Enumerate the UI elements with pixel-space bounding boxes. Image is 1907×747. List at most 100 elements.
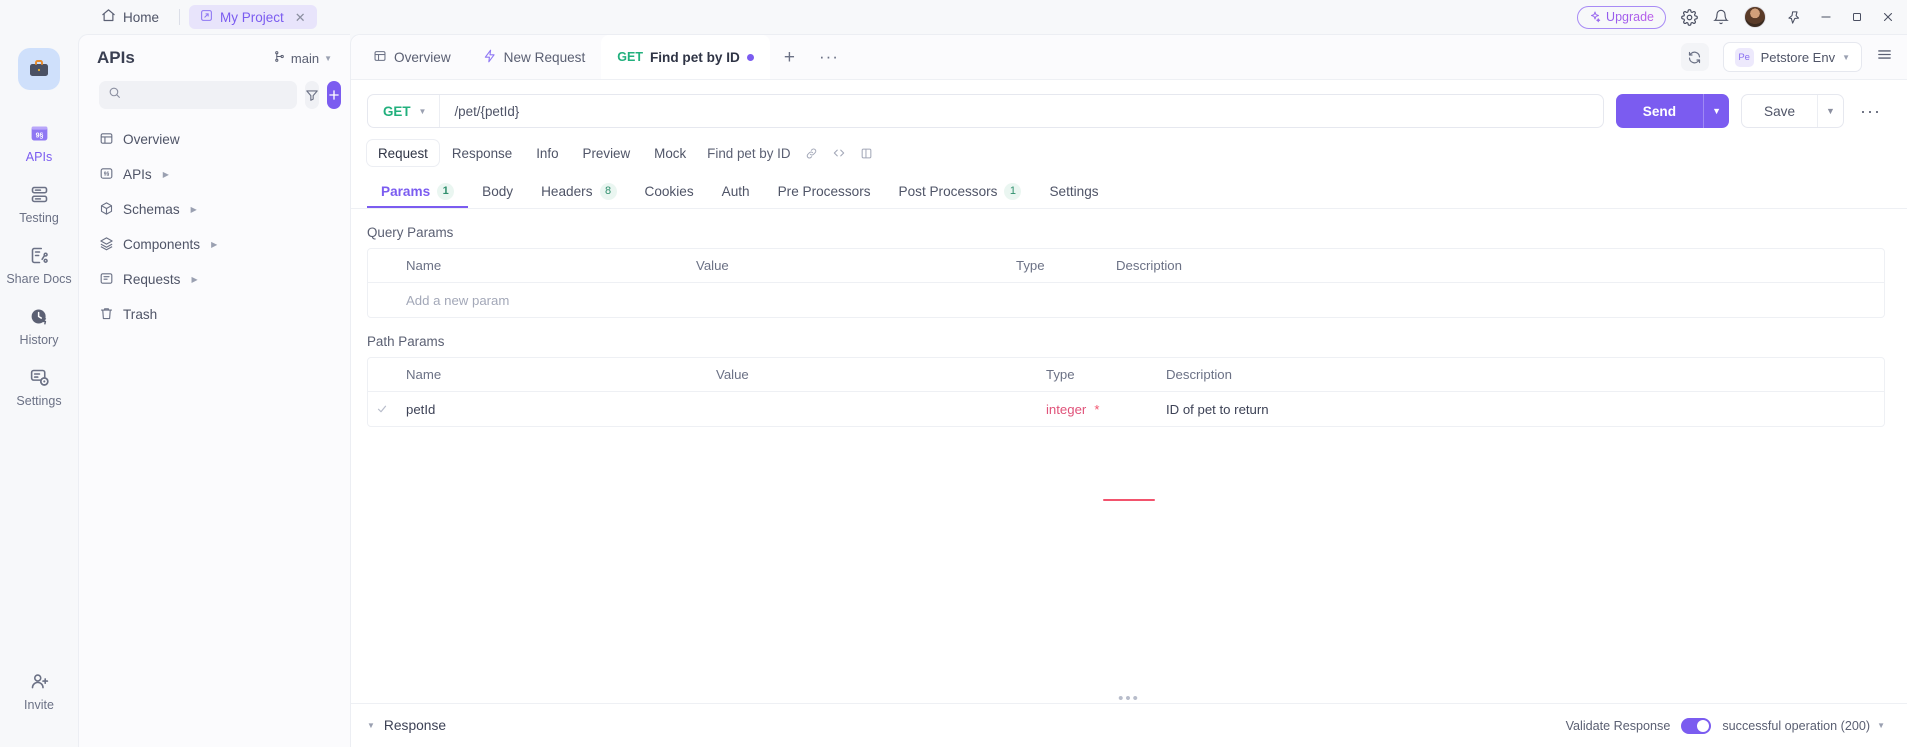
request-tabbar: Overview New Request GET Find pet by ID … [351,34,1907,80]
url-bar[interactable]: GET ▼ /pet/{petId} [367,94,1604,128]
overview-icon [373,49,387,66]
response-actions: Validate Response successful operation (… [1566,717,1885,734]
request-tab-label: New Request [503,49,586,65]
row-checkbox[interactable] [368,403,396,415]
refresh-button[interactable] [1680,43,1709,71]
param-tab-params[interactable]: Params 1 [367,176,469,208]
table-header-row: Name Value Type Description [368,249,1884,283]
url-input[interactable]: /pet/{petId} [440,104,519,119]
rail-item-share-docs[interactable]: Share Docs [0,234,78,295]
response-status-selector[interactable]: successful operation (200) ▼ [1722,719,1885,733]
rail-item-settings[interactable]: Settings [0,356,78,417]
subtab-request[interactable]: Request [367,140,439,166]
pin-icon[interactable] [1787,10,1802,25]
chevron-right-icon[interactable]: ▶ [211,240,217,249]
request-tab-label: Overview [394,49,451,65]
search-box[interactable] [99,81,297,109]
param-tab-pre-processors[interactable]: Pre Processors [764,176,885,208]
subtab-label: Info [536,145,559,161]
branch-selector[interactable]: main ▼ [273,50,332,66]
filter-button[interactable] [305,81,319,109]
panel-menu-button[interactable] [1876,46,1897,68]
validate-response-toggle[interactable] [1681,717,1712,734]
bell-icon[interactable] [1713,9,1729,25]
request-more-button[interactable]: ··· [1856,101,1885,122]
response-collapse-toggle[interactable]: ▼ Response [367,718,446,733]
param-description[interactable]: ID of pet to return [1156,402,1884,417]
param-tab-label: Settings [1049,183,1099,199]
method-selector[interactable]: GET ▼ [368,95,441,127]
param-tab-cookies[interactable]: Cookies [631,176,708,208]
param-tab-body[interactable]: Body [468,176,527,208]
param-tab-label: Auth [721,183,750,199]
close-icon[interactable] [1881,10,1895,24]
request-tab-find-pet-by-id[interactable]: GET Find pet by ID [601,34,770,80]
split-panel-icon[interactable] [860,147,873,160]
titlebar-divider [179,9,181,25]
subtab-preview[interactable]: Preview [572,140,642,166]
send-button[interactable]: Send ▼ [1615,94,1730,128]
avatar[interactable] [1744,6,1766,28]
rail-label-invite: Invite [24,698,54,712]
project-tab-close-icon[interactable]: ✕ [295,11,306,24]
sidebar-label-overview: Overview [123,132,180,147]
chevron-right-icon[interactable]: ▶ [191,275,197,284]
param-type-cell[interactable]: integer * [1036,402,1156,417]
link-icon[interactable] [805,147,818,160]
rail-item-invite[interactable]: Invite [0,660,78,721]
request-tab-new-request[interactable]: New Request [467,35,602,80]
new-tab-button[interactable]: + [770,48,809,67]
sidebar-item-requests[interactable]: Requests ▶ [89,262,340,297]
apis-tree-icon: 9§ [99,166,114,184]
param-tab-settings[interactable]: Settings [1035,176,1112,208]
home-tab[interactable]: Home [90,5,170,29]
branch-label: main [290,50,320,66]
rail-item-history[interactable]: History [0,295,78,356]
project-tab-label: My Project [220,9,284,25]
column-name: Name [406,367,442,382]
maximize-icon[interactable] [1850,10,1864,24]
sidebar-tree: Overview 9§ APIs ▶ Schemas ▶ Components … [79,122,350,332]
tab-overflow-button[interactable]: ··· [809,47,849,67]
param-tab-auth[interactable]: Auth [708,176,764,208]
subtab-response[interactable]: Response [441,140,523,166]
param-tab-headers[interactable]: Headers 8 [527,176,630,208]
code-icon[interactable] [832,146,846,160]
query-params-empty-row[interactable]: Add a new param [368,283,1884,317]
rail-item-apis[interactable]: 9§ APIs [0,112,78,173]
request-tab-overview[interactable]: Overview [357,35,467,80]
save-button[interactable]: Save ▼ [1741,94,1845,128]
param-tab-post-processors[interactable]: Post Processors 1 [885,176,1036,208]
sidebar-item-overview[interactable]: Overview [89,122,340,157]
save-label: Save [1764,103,1796,119]
column-type: Type [1046,367,1075,382]
search-input[interactable] [127,88,288,102]
sidebar-item-components[interactable]: Components ▶ [89,227,340,262]
sidebar-header: APIs main ▼ [79,35,350,81]
sidebar-item-schemas[interactable]: Schemas ▶ [89,192,340,227]
project-tab[interactable]: My Project ✕ [189,5,317,29]
rail-item-testing[interactable]: Testing [0,173,78,234]
param-name[interactable]: petId [396,402,706,417]
chevron-right-icon[interactable]: ▶ [163,170,169,179]
sidebar-item-trash[interactable]: Trash [89,297,340,332]
sidebar-item-apis[interactable]: 9§ APIs ▶ [89,157,340,192]
send-options-caret-icon[interactable]: ▼ [1703,94,1729,128]
upgrade-button[interactable]: Upgrade [1577,5,1666,29]
titlebar-actions: Upgrade [1577,5,1895,29]
gear-icon[interactable] [1681,8,1698,26]
param-tab-label: Params [381,183,431,199]
sidebar-label-components: Components [123,237,201,252]
workspace-logo[interactable] [18,48,60,90]
subtab-mock[interactable]: Mock [643,140,697,166]
add-button[interactable] [327,81,341,109]
panel-resize-handle[interactable]: ••• [351,687,1907,706]
subtab-info[interactable]: Info [525,140,569,166]
minimize-icon[interactable] [1819,10,1833,24]
chevron-right-icon[interactable]: ▶ [191,205,197,214]
table-row[interactable]: petId integer * ID of pet to return [368,392,1884,426]
environment-selector[interactable]: Pe Petstore Env ▼ [1722,42,1862,72]
window-controls [1787,10,1895,25]
add-new-param-placeholder[interactable]: Add a new param [396,293,686,308]
save-options-caret-icon[interactable]: ▼ [1817,95,1843,127]
